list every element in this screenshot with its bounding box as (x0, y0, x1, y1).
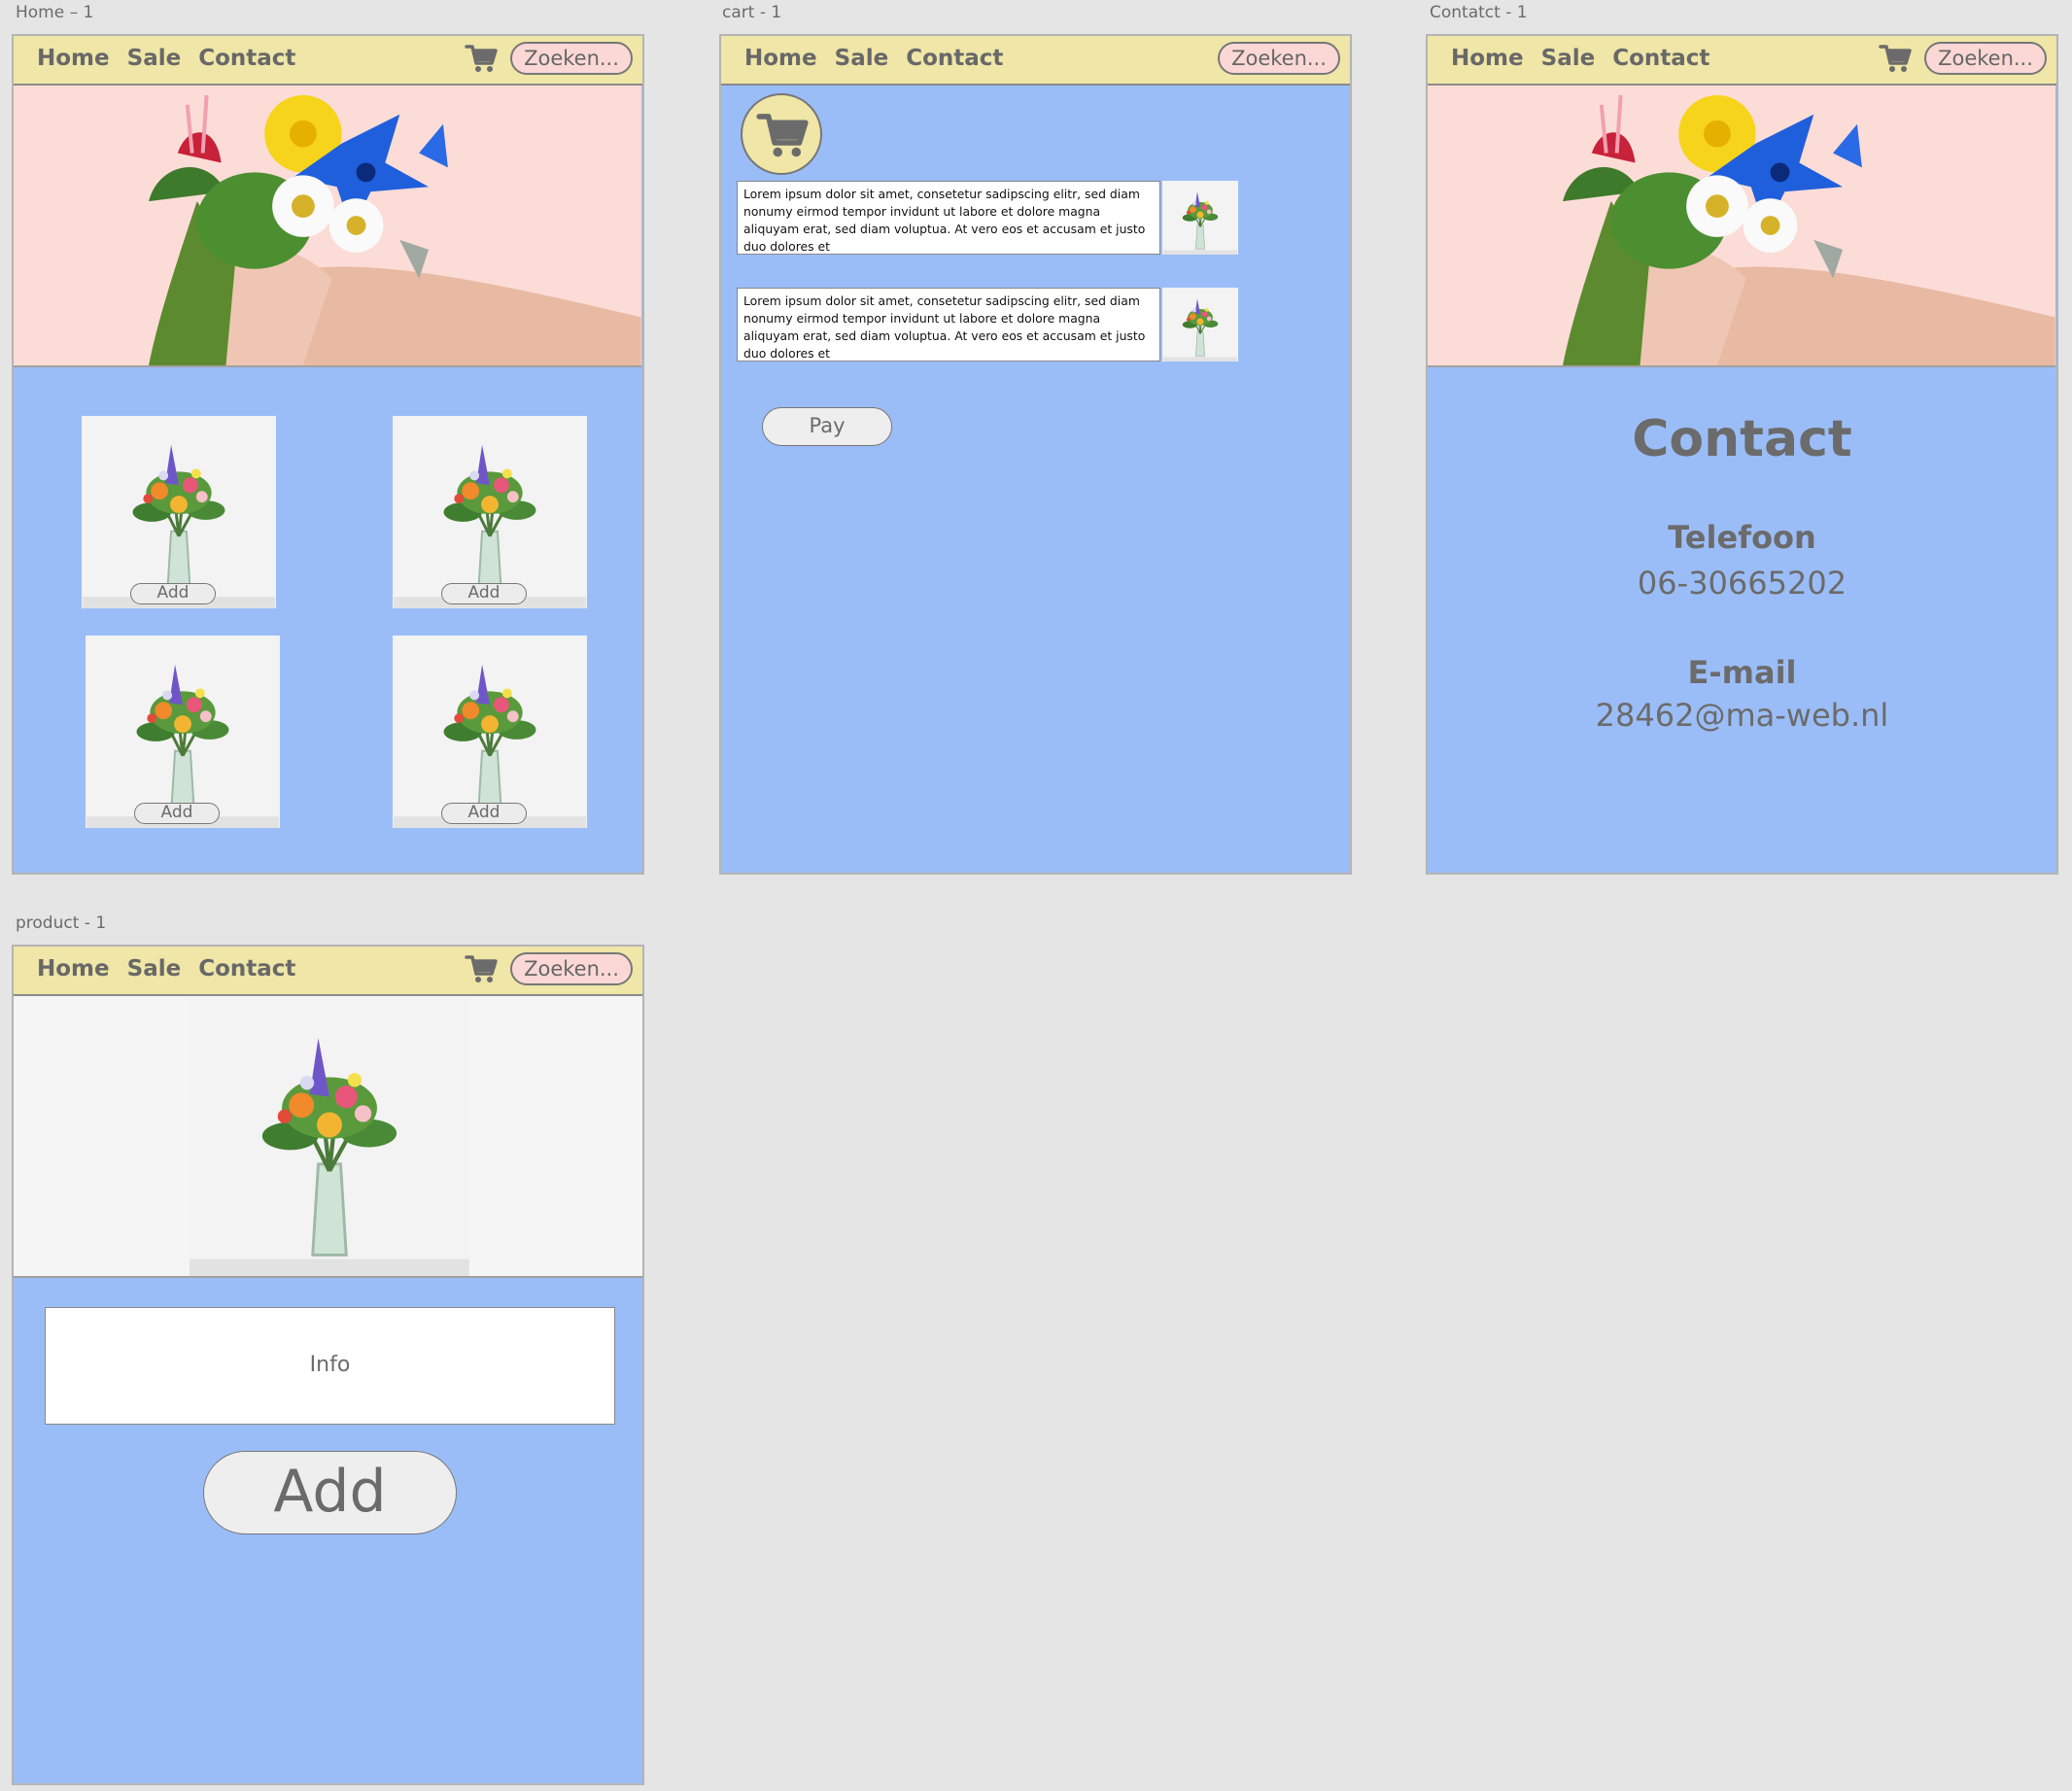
product-tile[interactable]: Add (393, 416, 587, 608)
product-tile[interactable]: Add (393, 636, 587, 828)
bouquet-image (82, 416, 276, 608)
cart-item-thumbnail (1162, 288, 1238, 362)
nav-links: Home Sale Contact (37, 956, 295, 982)
email-label: E-mail (1687, 654, 1797, 691)
product-frame: Home Sale Contact Zoeken... Info Add (12, 945, 644, 1785)
nav-contact-link[interactable]: Contact (198, 46, 295, 71)
cart-icon (756, 109, 809, 161)
cart-item-thumbnail (1162, 181, 1238, 255)
phone-label: Telefoon (1668, 519, 1816, 556)
contact-frame: Home Sale Contact Zoeken... Contact Tele… (1426, 34, 2058, 875)
artboard-label-home: Home – 1 (16, 3, 94, 22)
navbar: Home Sale Contact Zoeken... (721, 36, 1350, 86)
nav-contact-link[interactable]: Contact (906, 46, 1003, 71)
nav-links: Home Sale Contact (1451, 46, 1709, 71)
nav-links: Home Sale Contact (744, 46, 1003, 71)
cart-item-description: Lorem ipsum dolor sit amet, consetetur s… (737, 288, 1160, 362)
bouquet-image (189, 996, 470, 1276)
cart-item-description: Lorem ipsum dolor sit amet, consetetur s… (737, 181, 1160, 255)
pay-button[interactable]: Pay (762, 407, 892, 446)
add-to-cart-button[interactable]: Add (203, 1451, 457, 1534)
bouquet-image (393, 636, 587, 828)
phone-number: 06-30665202 (1637, 565, 1848, 602)
search-input[interactable]: Zoeken... (1218, 42, 1340, 75)
hero-flower-image (1428, 86, 2055, 367)
product-tile[interactable]: Add (82, 416, 276, 608)
nav-sale-link[interactable]: Sale (1541, 46, 1596, 71)
nav-home-link[interactable]: Home (1451, 46, 1524, 71)
product-hero (14, 996, 642, 1278)
nav-sale-link[interactable]: Sale (127, 956, 182, 982)
navbar: Home Sale Contact Zoeken... (14, 36, 642, 86)
nav-contact-link[interactable]: Contact (198, 956, 295, 982)
bouquet-image (393, 416, 587, 608)
email-address[interactable]: 28462@ma-web.nl (1428, 697, 2056, 734)
product-info-box: Info (45, 1307, 615, 1425)
artboard-label-cart: cart - 1 (722, 3, 782, 22)
navbar: Home Sale Contact Zoeken... (1428, 36, 2056, 86)
nav-sale-link[interactable]: Sale (835, 46, 889, 71)
navbar: Home Sale Contact Zoeken... (14, 947, 642, 996)
nav-contact-link[interactable]: Contact (1612, 46, 1709, 71)
nav-home-link[interactable]: Home (744, 46, 817, 71)
cart-icon[interactable] (465, 952, 498, 985)
add-to-cart-button[interactable]: Add (441, 583, 527, 604)
home-frame: Home Sale Contact Zoeken... Add Add Add … (12, 34, 644, 875)
nav-home-link[interactable]: Home (37, 46, 110, 71)
nav-links: Home Sale Contact (37, 46, 295, 71)
nav-sale-link[interactable]: Sale (127, 46, 182, 71)
search-input[interactable]: Zoeken... (1924, 42, 2047, 75)
search-input[interactable]: Zoeken... (510, 952, 633, 985)
artboard-label-contact: Contatct - 1 (1430, 3, 1528, 22)
nav-home-link[interactable]: Home (37, 956, 110, 982)
product-tile[interactable]: Add (86, 636, 280, 828)
add-to-cart-button[interactable]: Add (441, 803, 527, 824)
cart-icon[interactable] (1879, 42, 1912, 75)
search-input[interactable]: Zoeken... (510, 42, 633, 75)
add-to-cart-button[interactable]: Add (130, 583, 216, 604)
contact-title: Contact (1632, 410, 1852, 468)
bouquet-image (86, 636, 280, 828)
hero-flower-image (14, 86, 641, 367)
artboard-label-product: product - 1 (16, 913, 107, 933)
cart-icon[interactable] (465, 42, 498, 75)
cart-frame: Home Sale Contact Zoeken... Lorem ipsum … (719, 34, 1352, 875)
add-to-cart-button[interactable]: Add (134, 803, 220, 824)
cart-badge (741, 93, 822, 175)
